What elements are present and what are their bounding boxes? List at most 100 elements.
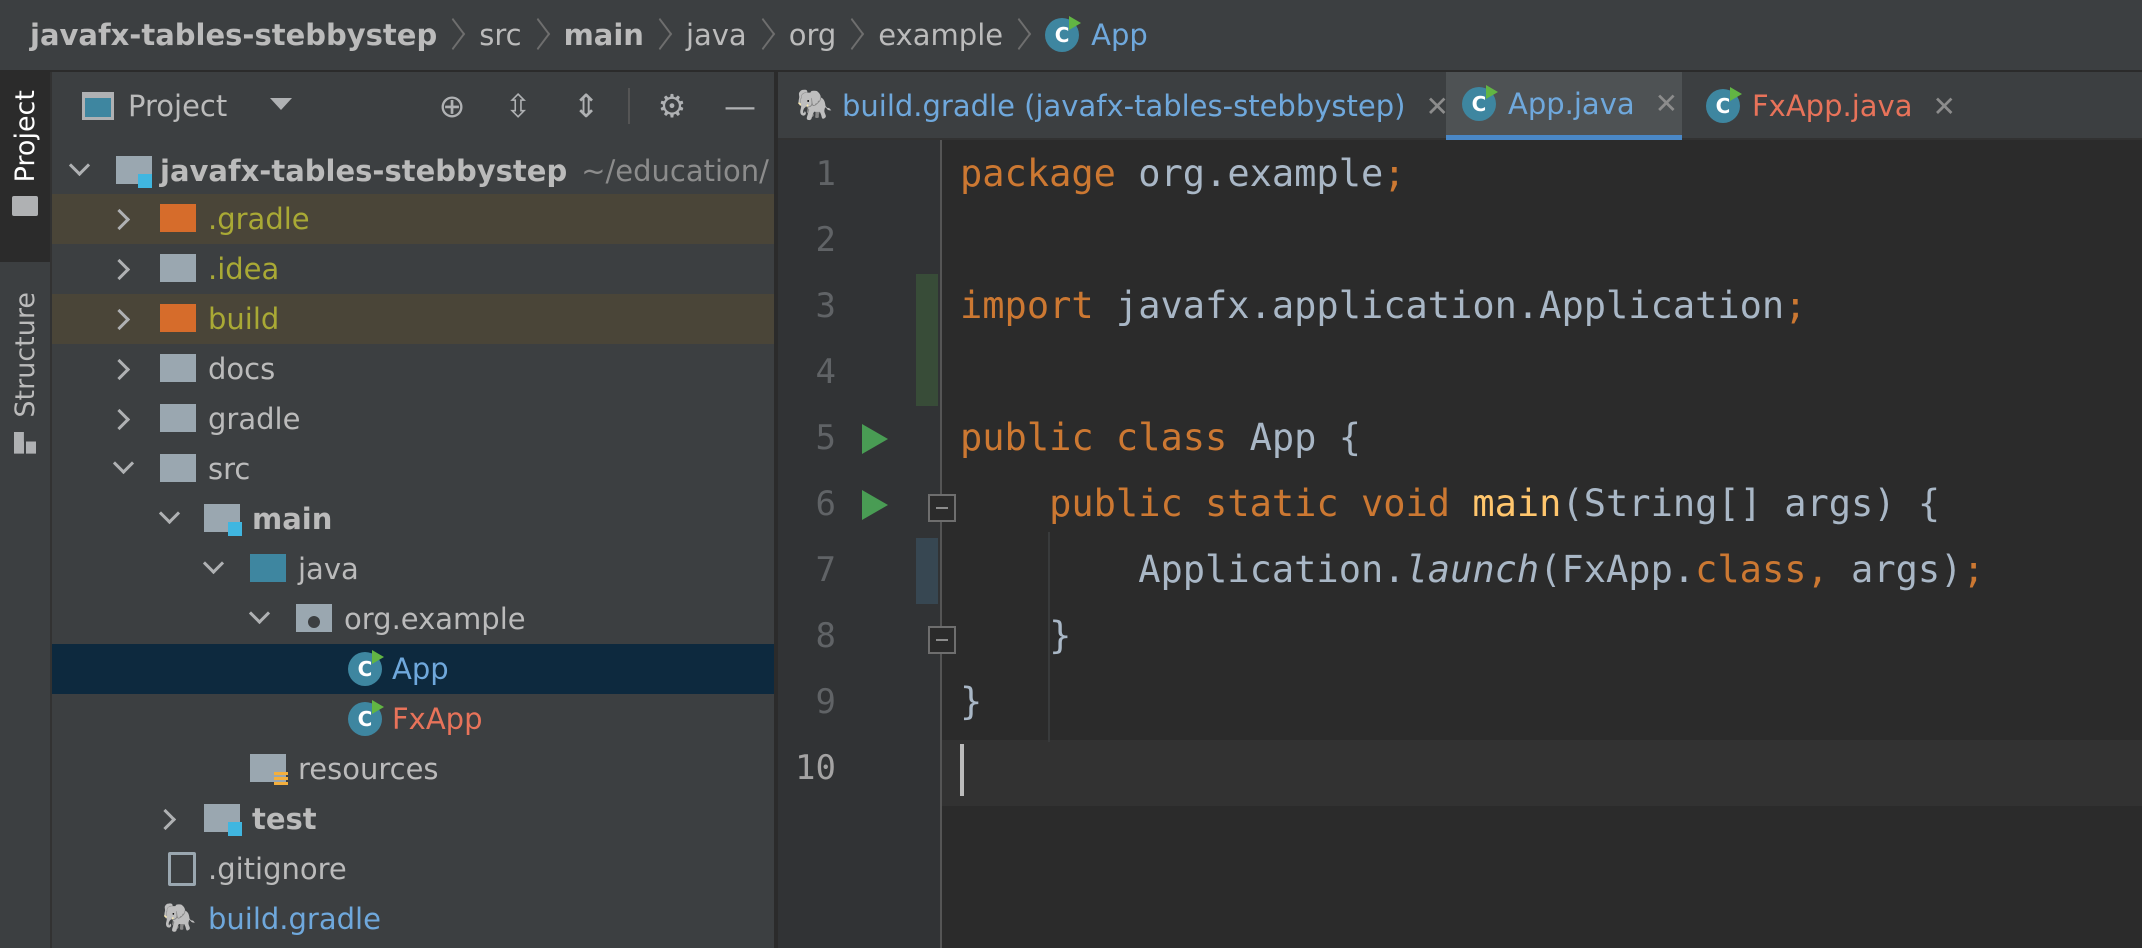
run-icon[interactable] (862, 424, 888, 454)
tool-tab-project-label: Project (9, 90, 41, 183)
chevron-down-icon[interactable] (158, 506, 180, 528)
line-number: 10 (795, 748, 836, 788)
chevron-right-icon[interactable] (110, 308, 132, 330)
code-line-5: public class App { (960, 416, 1361, 459)
chevron-right-icon (658, 18, 672, 52)
tree-item-label: build.gradle (208, 902, 381, 936)
tree-item-idea-dir[interactable]: .idea (52, 244, 774, 294)
line-number: 8 (815, 616, 836, 656)
java-class-icon: C (1462, 84, 1498, 121)
breadcrumb-current-label: App (1091, 18, 1148, 52)
tree-item-build-dir[interactable]: build (52, 294, 774, 344)
tool-tab-structure[interactable]: Structure (0, 282, 50, 482)
module-badge-icon (228, 522, 242, 536)
tree-item-fxapp-class[interactable]: C FxApp (52, 694, 774, 744)
tree-item-test-dir[interactable]: test (52, 794, 774, 844)
close-icon[interactable]: ✕ (1655, 87, 1678, 120)
tree-item-main-dir[interactable]: main (52, 494, 774, 544)
locate-icon[interactable]: ⊕ (432, 86, 472, 126)
code-line-6: public static void main(String[] args) { (1049, 482, 1941, 525)
tab-build-gradle[interactable]: 🐘 build.gradle (javafx-tables-stebbystep… (792, 72, 1456, 140)
breadcrumb-item-example[interactable]: example (878, 18, 1003, 52)
gutter-divider (940, 140, 942, 948)
chevron-right-icon[interactable] (110, 258, 132, 280)
close-icon[interactable]: ✕ (1932, 90, 1955, 123)
fold-collapse-icon[interactable] (928, 626, 956, 654)
gradle-elephant-icon: 🐘 (796, 88, 834, 123)
tree-item-package[interactable]: org.example (52, 594, 774, 644)
chevron-right-icon (761, 18, 775, 52)
hide-icon[interactable]: — (720, 86, 760, 126)
chevron-down-icon[interactable] (112, 456, 134, 478)
tree-item-label: .gitignore (208, 852, 347, 886)
tree-item-label: test (252, 802, 317, 836)
ignore-file-icon (168, 852, 196, 886)
chevron-right-icon (850, 18, 864, 52)
chevron-down-icon[interactable] (202, 556, 224, 578)
module-badge-icon (228, 822, 242, 836)
code-editor[interactable]: 1 2 3 4 5 6 7 8 9 10 package org.example… (778, 140, 2142, 948)
tree-item-project-root[interactable]: javafx-tables-stebbystep ~/education/ (52, 146, 774, 196)
breadcrumb-item-java[interactable]: java (686, 18, 747, 52)
folder-icon (160, 204, 196, 232)
tree-item-src-dir[interactable]: src (52, 444, 774, 494)
tree-item-docs-dir[interactable]: docs (52, 344, 774, 394)
current-line-highlight (942, 740, 2142, 806)
tree-item-label: org.example (344, 602, 526, 636)
tree-item-label: App (392, 652, 449, 686)
tree-item-gradle-wrapper-dir[interactable]: gradle (52, 394, 774, 444)
fold-collapse-icon[interactable] (928, 494, 956, 522)
breadcrumb-item-app[interactable]: C App (1045, 16, 1148, 52)
code-line-3: import javafx.application.Application; (960, 284, 1807, 327)
folder-icon (160, 304, 196, 332)
tab-app-java[interactable]: C App.java ✕ (1446, 72, 1682, 140)
tree-item-resources-dir[interactable]: resources (52, 744, 774, 794)
collapse-all-icon[interactable]: ⇕ (566, 86, 606, 126)
tree-item-gradle-dir[interactable]: .gradle (52, 194, 774, 244)
vcs-added-marker[interactable] (916, 274, 938, 406)
tree-item-label: main (252, 502, 333, 536)
chevron-down-icon[interactable] (248, 606, 270, 628)
tree-item-java-dir[interactable]: java (52, 544, 774, 594)
chevron-right-icon[interactable] (110, 208, 132, 230)
folder-icon (160, 254, 196, 282)
tab-fxapp-java[interactable]: C FxApp.java ✕ (1696, 72, 1956, 140)
tree-item-gitignore[interactable]: .gitignore (52, 844, 774, 894)
vcs-modified-marker[interactable] (916, 538, 938, 604)
tree-item-label: javafx-tables-stebbystep ~/education/ (160, 154, 769, 188)
package-dot-icon (308, 616, 320, 628)
tree-item-label: gradle (208, 402, 301, 436)
chevron-right-icon[interactable] (156, 808, 178, 830)
tool-tab-project[interactable]: Project (0, 72, 50, 262)
chevron-down-icon[interactable] (68, 158, 90, 180)
breadcrumb-item-main[interactable]: main (564, 18, 644, 52)
tree-item-label: docs (208, 352, 276, 386)
project-panel: Project ⊕ ⇳ ⇕ ⚙ — javafx-tables-stebbyst… (52, 72, 776, 948)
tab-label: build.gradle (javafx-tables-stebbystep) (842, 89, 1406, 123)
chevron-right-icon (1017, 18, 1031, 52)
chevron-right-icon[interactable] (110, 358, 132, 380)
chevron-right-icon[interactable] (110, 408, 132, 430)
line-number: 6 (815, 484, 836, 524)
tree-item-build-gradle[interactable]: 🐘 build.gradle (52, 894, 774, 944)
breadcrumb-item-org[interactable]: org (789, 18, 837, 52)
chevron-down-icon[interactable] (270, 98, 292, 110)
java-class-icon: C (1045, 16, 1082, 52)
tree-item-app-class[interactable]: C App (52, 644, 774, 694)
folder-icon (160, 454, 196, 482)
code-line-7: Application.launch(FxApp.class, args); (1138, 548, 1985, 591)
text-caret (960, 744, 964, 796)
expand-all-icon[interactable]: ⇳ (498, 86, 538, 126)
tree-item-label: src (208, 452, 251, 486)
run-icon[interactable] (862, 490, 888, 520)
breadcrumb-item-project[interactable]: javafx-tables-stebbystep (30, 18, 437, 52)
line-number: 3 (815, 286, 836, 326)
module-badge-icon (138, 174, 152, 188)
project-view-selector[interactable]: Project (128, 89, 227, 123)
chevron-right-icon (451, 18, 465, 52)
breadcrumb-item-src[interactable]: src (479, 18, 521, 52)
gradle-elephant-icon: 🐘 (162, 901, 197, 934)
line-number: 7 (815, 550, 836, 590)
java-class-icon: C (348, 650, 384, 686)
gear-icon[interactable]: ⚙ (652, 86, 692, 126)
